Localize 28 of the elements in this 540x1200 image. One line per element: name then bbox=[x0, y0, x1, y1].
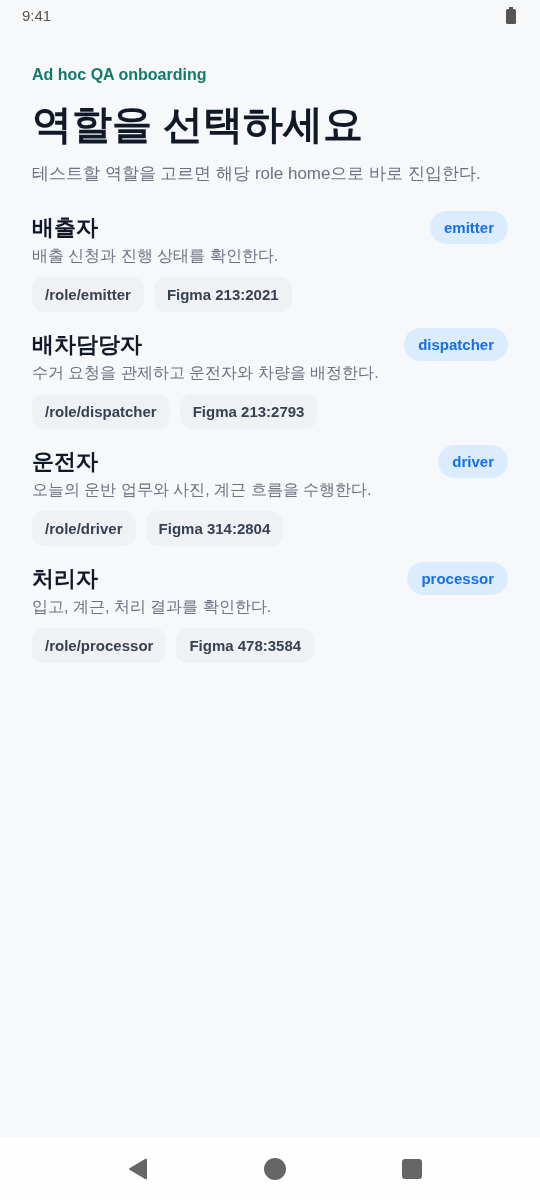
page-title: 역할을 선택하세요 bbox=[32, 101, 365, 148]
page-subtitle: 테스트할 역할을 고르면 해당 role home으로 바로 진입한다. bbox=[32, 163, 482, 185]
role-description: 수거 요청을 관제하고 운전자와 차량을 배정한다. bbox=[32, 363, 380, 383]
figma-chip: Figma 213:2793 bbox=[179, 394, 318, 429]
role-description: 오늘의 운반 업무와 사진, 계근 흐름을 수행한다. bbox=[32, 480, 373, 500]
role-name[interactable]: 운전자 bbox=[32, 446, 98, 477]
route-chip: /role/dispatcher bbox=[32, 394, 170, 429]
role-badge: dispatcher bbox=[404, 328, 508, 361]
role-description: 입고, 계근, 처리 결과를 확인한다. bbox=[32, 597, 273, 617]
role-badge: driver bbox=[438, 445, 508, 478]
back-icon[interactable] bbox=[128, 1157, 148, 1180]
eyebrow-label: Ad hoc QA onboarding bbox=[32, 66, 208, 84]
role-name[interactable]: 배차담당자 bbox=[32, 329, 142, 360]
role-name[interactable]: 배출자 bbox=[32, 212, 98, 243]
route-chip: /role/processor bbox=[32, 628, 167, 663]
role-description: 배출 신청과 진행 상태를 확인한다. bbox=[32, 246, 280, 266]
route-chip: /role/driver bbox=[32, 511, 136, 546]
role-badge: emitter bbox=[429, 211, 508, 244]
route-chip: /role/emitter bbox=[32, 277, 144, 312]
battery-icon bbox=[506, 6, 516, 24]
figma-chip: Figma 314:2804 bbox=[145, 511, 284, 546]
role-badge: processor bbox=[407, 562, 508, 595]
home-icon[interactable] bbox=[264, 1157, 286, 1180]
figma-chip: Figma 213:2021 bbox=[153, 277, 292, 312]
role-name[interactable]: 처리자 bbox=[32, 563, 98, 594]
figma-chip: Figma 478:3584 bbox=[176, 628, 315, 663]
recents-icon[interactable] bbox=[402, 1158, 422, 1179]
status-time: 9:41 bbox=[22, 6, 52, 24]
